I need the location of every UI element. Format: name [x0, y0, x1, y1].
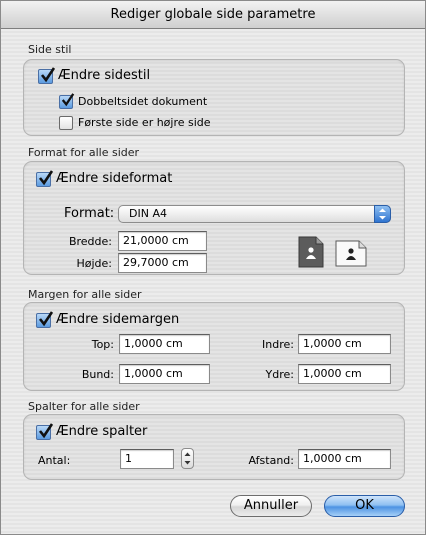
column-spacing-field[interactable]: 1,0000 cm	[298, 449, 391, 469]
first-page-right-label: Første side er højre side	[78, 116, 211, 129]
margin-group: Ændre sidemargen Top: 1,0000 cm Bund: 1,…	[23, 302, 405, 391]
margin-top-label: Top:	[91, 338, 114, 351]
margin-top-field[interactable]: 1,0000 cm	[119, 334, 210, 354]
page-style-group: Ændre sidestil Dobbeltsidet dokument Før…	[23, 59, 405, 136]
change-page-margin-checkbox[interactable]	[36, 311, 54, 328]
change-page-style-checkbox[interactable]	[38, 67, 56, 84]
margin-bottom-field[interactable]: 1,0000 cm	[119, 364, 210, 384]
width-field[interactable]: 21,0000 cm	[118, 231, 207, 251]
stepper-arrows-icon	[184, 452, 191, 465]
column-count-label: Antal:	[38, 454, 71, 467]
double-sided-label: Dobbeltsidet dokument	[78, 95, 208, 108]
margin-bottom-label: Bund:	[81, 368, 114, 381]
column-count-stepper[interactable]	[181, 448, 194, 469]
dialog-title: Rediger globale side parametre	[1, 1, 425, 29]
ok-button[interactable]: OK	[324, 495, 405, 517]
change-page-style-label: Ændre sidestil	[58, 68, 151, 83]
change-page-margin-label: Ændre sidemargen	[56, 312, 180, 327]
change-columns-label: Ændre spalter	[56, 424, 148, 439]
portrait-orientation-icon[interactable]	[298, 236, 326, 268]
checkmark-icon	[38, 311, 54, 327]
change-page-format-checkbox[interactable]	[36, 170, 54, 187]
columns-group: Ændre spalter Antal: 1 Afstand: 1,0000 c…	[23, 414, 405, 480]
column-count-field[interactable]: 1	[120, 449, 174, 469]
margin-outer-label: Ydre:	[265, 368, 294, 381]
change-page-format-label: Ændre sideformat	[56, 171, 173, 186]
format-select[interactable]: DIN A4	[118, 205, 391, 223]
first-page-right-checkbox[interactable]	[59, 116, 73, 130]
format-select-value: DIN A4	[129, 207, 167, 220]
height-label: Højde:	[76, 257, 112, 270]
section-label-margin: Margen for alle sider	[28, 288, 142, 301]
landscape-orientation-icon[interactable]	[335, 240, 369, 270]
height-field[interactable]: 29,7000 cm	[118, 253, 207, 273]
checkmark-icon	[38, 170, 54, 186]
width-label: Bredde:	[68, 235, 112, 248]
margin-inner-label: Indre:	[262, 338, 294, 351]
cancel-button[interactable]: Annuller	[230, 495, 312, 517]
checkmark-icon	[38, 423, 54, 439]
change-columns-checkbox[interactable]	[36, 423, 54, 440]
checkmark-icon	[61, 93, 75, 107]
margin-inner-field[interactable]: 1,0000 cm	[298, 334, 391, 354]
margin-outer-field[interactable]: 1,0000 cm	[298, 364, 391, 384]
checkmark-icon	[40, 67, 56, 83]
section-label-format: Format for alle sider	[28, 146, 140, 159]
select-arrows-icon	[374, 205, 391, 223]
format-group: Ændre sideformat Format: DIN A4 Bredde: …	[23, 161, 405, 275]
column-spacing-label: Afstand:	[248, 454, 294, 467]
section-label-columns: Spalter for alle sider	[28, 400, 140, 413]
section-label-page-style: Side stil	[28, 43, 72, 56]
double-sided-checkbox[interactable]	[59, 93, 75, 109]
dialog-window: Rediger globale side parametre Side stil…	[0, 0, 426, 535]
format-label: Format:	[64, 206, 115, 221]
